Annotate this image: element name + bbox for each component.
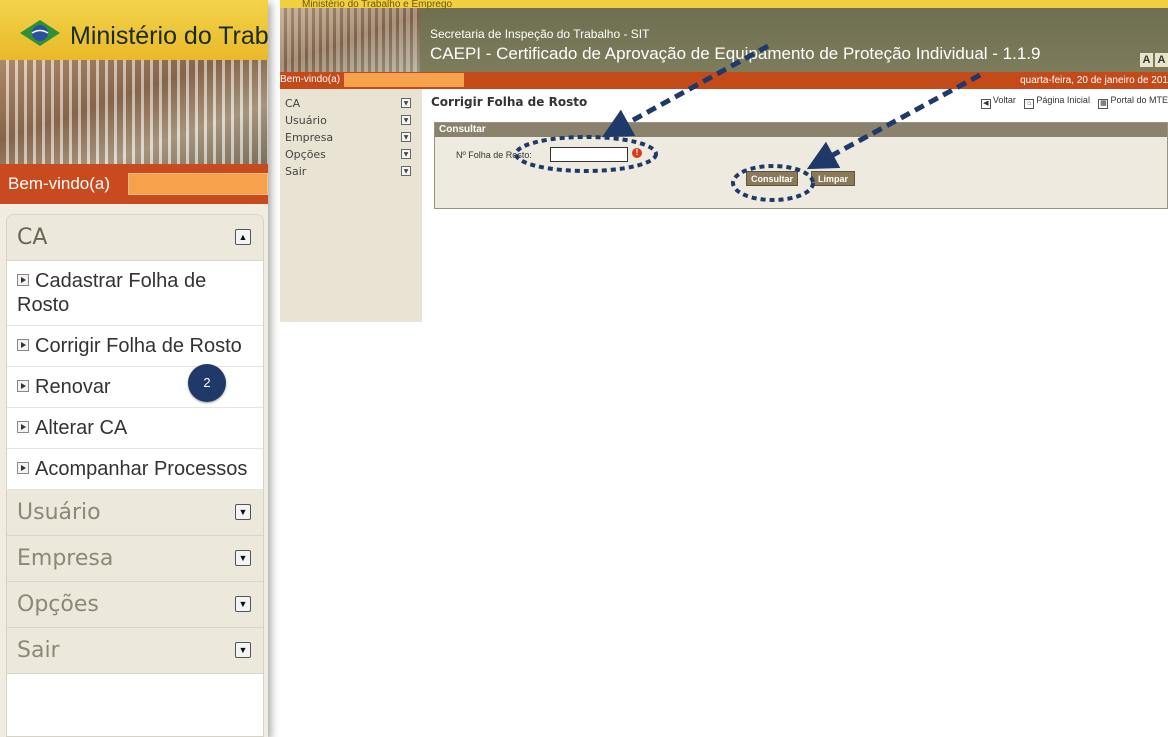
bullet-arrow-icon — [17, 462, 29, 474]
sidebar-item-label: CA — [285, 97, 301, 110]
menu-category-label: Opções — [17, 592, 99, 617]
expand-icon[interactable]: ▼ — [401, 115, 411, 125]
secretaria-label: Secretaria de Inspeção do Trabalho - SIT — [430, 27, 650, 41]
font-increase-button[interactable]: A — [1140, 53, 1153, 67]
menu-category-label: Usuário — [17, 500, 101, 525]
welcome-label: Bem-vindo(a) — [8, 174, 111, 193]
welcome-label: Bem-vindo(a) — [280, 74, 341, 85]
bullet-arrow-icon — [17, 339, 29, 351]
menu-item-corrigir-folha[interactable]: Corrigir Folha de Rosto — [7, 326, 263, 367]
zoomed-menu-panel: Ministério do Trabal Bem-vindo(a) CA ▲ C… — [0, 0, 268, 737]
expand-icon[interactable]: ▼ — [235, 504, 251, 520]
pagina-inicial-label: Página Inicial — [1036, 95, 1090, 105]
form-title: Consultar — [435, 123, 1167, 137]
required-warning-icon: ! — [632, 148, 642, 158]
menu-item-label: Alterar CA — [35, 417, 128, 439]
voltar-label: Voltar — [992, 95, 1016, 105]
menu-item-label: Renovar — [35, 376, 111, 398]
user-name-box — [344, 73, 464, 87]
menu-category-opcoes[interactable]: Opções ▼ — [7, 582, 263, 628]
font-size-controls: AA — [1138, 50, 1168, 68]
sidebar-item-empresa[interactable]: Empresa ▼ — [280, 129, 422, 146]
ministry-topline: Ministério do Trabalho e Emprego — [280, 0, 1168, 10]
expand-icon[interactable]: ▼ — [235, 642, 251, 658]
bullet-arrow-icon — [17, 380, 29, 392]
menu-category-usuario[interactable]: Usuário ▼ — [7, 490, 263, 536]
home-icon: ⌂ — [1024, 99, 1035, 109]
font-decrease-button[interactable]: A — [1155, 53, 1168, 67]
menu-item-label: Acompanhar Processos — [35, 458, 248, 480]
expand-icon[interactable]: ▼ — [401, 166, 411, 176]
bullet-arrow-icon — [17, 421, 29, 433]
folha-rosto-label: Nº Folha de Rosto: — [456, 150, 532, 160]
grid-icon: ▦ — [1098, 99, 1109, 109]
user-name-box — [128, 173, 268, 195]
menu-category-ca[interactable]: CA ▲ — [7, 215, 263, 261]
menu-item-alterar-ca[interactable]: Alterar CA — [7, 408, 263, 449]
sidebar-item-label: Opções — [285, 148, 326, 161]
menu-category-label: Sair — [17, 638, 60, 663]
app-sidebar: CA ▼ Usuário ▼ Empresa ▼ Opções ▼ Sair ▼ — [280, 89, 422, 322]
app-main-content: Corrigir Folha de Rosto ◀ Voltar ⌂ Página … — [422, 89, 1168, 322]
portal-mte-label: Portal do MTE — [1110, 95, 1168, 105]
pagina-inicial-link[interactable]: ⌂ Página Inicial — [1024, 95, 1090, 109]
system-title: CAEPI - Certificado de Aprovação de Equi… — [430, 44, 1041, 63]
sidebar-item-ca[interactable]: CA ▼ — [280, 95, 422, 112]
page-title: Corrigir Folha de Rosto — [431, 95, 588, 109]
current-date: quarta-feira, 20 de janeiro de 201 — [1020, 75, 1168, 86]
app-header: Ministério do Trabalho e Emprego Secreta… — [280, 0, 1168, 72]
brazil-coat-of-arms-icon — [20, 20, 60, 46]
menu-category-label: CA — [17, 225, 48, 250]
top-links: ◀ Voltar ⌂ Página Inicial ▦ Portal do MTE — [975, 95, 1168, 109]
expand-icon[interactable]: ▼ — [235, 596, 251, 612]
welcome-bar: Bem-vindo(a) — [0, 164, 268, 204]
step-number-badge: 2 — [188, 364, 226, 402]
sidebar-item-label: Empresa — [285, 131, 334, 144]
welcome-bar: Bem-vindo(a) quarta-feira, 20 de janeiro… — [280, 72, 1168, 89]
header-photo — [0, 60, 268, 164]
sidebar-item-usuario[interactable]: Usuário ▼ — [280, 112, 422, 129]
bullet-arrow-icon — [17, 274, 29, 286]
voltar-link[interactable]: ◀ Voltar — [980, 95, 1016, 109]
expand-icon[interactable]: ▼ — [401, 132, 411, 142]
limpar-button[interactable]: Limpar — [811, 171, 855, 186]
sidebar-item-label: Usuário — [285, 114, 327, 127]
consultar-form: Consultar Nº Folha de Rosto: ! Consultar… — [434, 122, 1168, 209]
collapse-icon[interactable]: ▲ — [235, 229, 251, 245]
back-arrow-icon: ◀ — [980, 99, 991, 109]
sidebar-item-label: Sair — [285, 165, 307, 178]
menu-category-empresa[interactable]: Empresa ▼ — [7, 536, 263, 582]
portal-mte-link[interactable]: ▦ Portal do MTE — [1098, 95, 1168, 109]
header-photo — [280, 8, 420, 72]
menu-item-cadastrar-folha[interactable]: Cadastrar Folha de Rosto — [7, 261, 263, 326]
consultar-button[interactable]: Consultar — [746, 171, 798, 186]
folha-rosto-input[interactable] — [550, 147, 628, 162]
menu-category-sair[interactable]: Sair ▼ — [7, 628, 263, 674]
app-window: Ministério do Trabalho e Emprego Secreta… — [280, 0, 1168, 322]
sidebar-item-opcoes[interactable]: Opções ▼ — [280, 146, 422, 163]
sidebar-item-sair[interactable]: Sair ▼ — [280, 163, 422, 180]
ministry-title: Ministério do Trabal — [70, 22, 268, 50]
side-menu: CA ▲ Cadastrar Folha de Rosto Corrigir F… — [6, 214, 264, 737]
expand-icon[interactable]: ▼ — [401, 149, 411, 159]
ministry-header: Ministério do Trabal — [0, 0, 268, 60]
expand-icon[interactable]: ▼ — [401, 98, 411, 108]
menu-item-acompanhar-processos[interactable]: Acompanhar Processos — [7, 449, 263, 490]
expand-icon[interactable]: ▼ — [235, 550, 251, 566]
menu-item-label: Corrigir Folha de Rosto — [35, 335, 242, 357]
menu-category-label: Empresa — [17, 546, 114, 571]
menu-item-label: Cadastrar Folha de Rosto — [17, 270, 207, 316]
